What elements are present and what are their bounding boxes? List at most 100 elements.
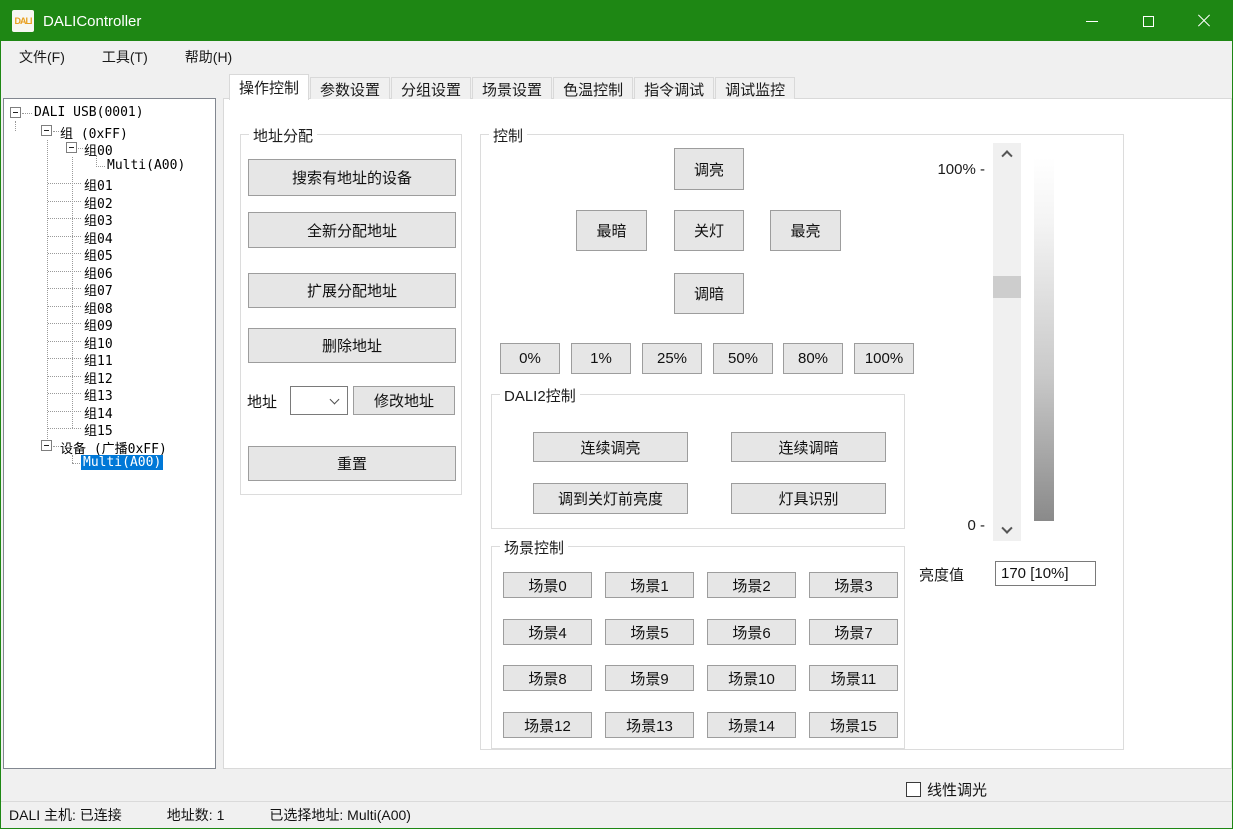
tree-item-group06[interactable]: 组06 <box>4 262 215 280</box>
scene-14-button[interactable]: 场景14 <box>707 712 796 738</box>
tab-grouping-settings[interactable]: 分组设置 <box>391 77 471 99</box>
scene-6-button[interactable]: 场景6 <box>707 619 796 645</box>
modify-address-button[interactable]: 修改地址 <box>353 386 455 415</box>
maximize-icon <box>1143 16 1154 27</box>
control-group: 控制 调亮 最暗 关灯 最亮 调暗 0% 1% 25% 50% 80% 100%… <box>480 134 1124 750</box>
address-assignment-group: 地址分配 搜索有地址的设备 全新分配地址 扩展分配地址 删除地址 地址 修改地址… <box>240 134 462 495</box>
scene-13-button[interactable]: 场景13 <box>605 712 694 738</box>
scene-9-button[interactable]: 场景9 <box>605 665 694 691</box>
tree-item-group14[interactable]: 组14 <box>4 402 215 420</box>
brightness-value-input[interactable] <box>995 561 1096 586</box>
scrollbar-thumb[interactable] <box>993 276 1021 298</box>
tree-guide-line <box>72 455 73 463</box>
tab-scene-settings[interactable]: 场景设置 <box>472 77 552 99</box>
scene-2-button[interactable]: 场景2 <box>707 572 796 598</box>
tree-item-group-root[interactable]: 组 (0xFF) <box>4 122 215 140</box>
brightness-gradient-bar <box>1034 157 1054 521</box>
tree-item-multi-a00[interactable]: Multi(A00) <box>4 157 215 175</box>
scroll-up-button[interactable] <box>993 143 1021 163</box>
chevron-down-icon <box>1001 523 1012 534</box>
scene-11-button[interactable]: 场景11 <box>809 665 898 691</box>
scroll-down-button[interactable] <box>993 521 1021 541</box>
tab-operation-control[interactable]: 操作控制 <box>229 74 309 100</box>
tree-item-label-selected: Multi(A00) <box>81 455 163 470</box>
tree-item-group09[interactable]: 组09 <box>4 314 215 332</box>
menu-help[interactable]: 帮助(H) <box>185 43 245 71</box>
linear-dimming-checkbox[interactable]: 线性调光 <box>906 779 987 800</box>
collapse-icon[interactable] <box>41 440 52 451</box>
maximize-button[interactable] <box>1120 1 1176 41</box>
extend-assign-addresses-button[interactable]: 扩展分配地址 <box>248 273 456 308</box>
tree-item-group08[interactable]: 组08 <box>4 297 215 315</box>
scene-control-group: 场景控制 场景0 场景1 场景2 场景3 场景4 场景5 场景6 场景7 场景8… <box>491 546 905 749</box>
tab-parameter-settings[interactable]: 参数设置 <box>310 77 390 99</box>
group-title: 地址分配 <box>249 125 317 146</box>
tree-item-group00[interactable]: 组00 <box>4 139 215 157</box>
scene-3-button[interactable]: 场景3 <box>809 572 898 598</box>
percent-1-button[interactable]: 1% <box>571 343 631 374</box>
tree-item-group10[interactable]: 组10 <box>4 332 215 350</box>
app-icon-text: DALI <box>15 16 32 26</box>
tab-page-operation-control: 地址分配 搜索有地址的设备 全新分配地址 扩展分配地址 删除地址 地址 修改地址… <box>223 98 1232 769</box>
tree-item-group01[interactable]: 组01 <box>4 174 215 192</box>
brightness-scrollbar[interactable] <box>993 143 1021 541</box>
minimize-button[interactable] <box>1064 1 1120 41</box>
percent-0-button[interactable]: 0% <box>500 343 560 374</box>
tree-item-group15[interactable]: 组15 <box>4 419 215 437</box>
tree-item-group05[interactable]: 组05 <box>4 244 215 262</box>
percent-25-button[interactable]: 25% <box>642 343 702 374</box>
tree-item-root[interactable]: DALI USB(0001) <box>4 104 215 122</box>
continuous-dim-down-button[interactable]: 连续调暗 <box>731 432 886 462</box>
recall-last-level-button[interactable]: 调到关灯前亮度 <box>533 483 688 514</box>
menu-file[interactable]: 文件(F) <box>19 43 78 71</box>
app-icon: DALI <box>12 10 34 32</box>
tree-item-device-broadcast[interactable]: 设备 (广播0xFF) <box>4 437 215 455</box>
group-title: 控制 <box>489 125 527 146</box>
chevron-up-icon <box>1001 150 1012 161</box>
continuous-dim-up-button[interactable]: 连续调亮 <box>533 432 688 462</box>
collapse-icon[interactable] <box>66 142 77 153</box>
min-brightness-button[interactable]: 最暗 <box>576 210 647 251</box>
percent-100-button[interactable]: 100% <box>854 343 914 374</box>
tree-item-multi-a00-selected[interactable]: Multi(A00) <box>4 454 215 472</box>
max-brightness-button[interactable]: 最亮 <box>770 210 841 251</box>
close-button[interactable] <box>1176 1 1232 41</box>
scene-12-button[interactable]: 场景12 <box>503 712 592 738</box>
scene-10-button[interactable]: 场景10 <box>707 665 796 691</box>
status-bar: DALI 主机: 已连接 地址数: 1 已选择地址: Multi(A00) <box>1 801 1232 828</box>
lamp-off-button[interactable]: 关灯 <box>674 210 744 251</box>
tree-item-group02[interactable]: 组02 <box>4 192 215 210</box>
tree-item-group13[interactable]: 组13 <box>4 384 215 402</box>
percent-80-button[interactable]: 80% <box>783 343 843 374</box>
collapse-icon[interactable] <box>10 107 21 118</box>
reset-button[interactable]: 重置 <box>248 446 456 481</box>
dim-down-button[interactable]: 调暗 <box>674 273 744 314</box>
tab-debug-monitor[interactable]: 调试监控 <box>715 77 795 99</box>
tab-color-temp-control[interactable]: 色温控制 <box>553 77 633 99</box>
scene-15-button[interactable]: 场景15 <box>809 712 898 738</box>
checkbox-unchecked-icon[interactable] <box>906 782 921 797</box>
menu-tools[interactable]: 工具(T) <box>102 43 161 71</box>
scene-7-button[interactable]: 场景7 <box>809 619 898 645</box>
tree-guide-line <box>47 140 48 445</box>
delete-address-button[interactable]: 删除地址 <box>248 328 456 363</box>
scene-1-button[interactable]: 场景1 <box>605 572 694 598</box>
dim-up-button[interactable]: 调亮 <box>674 148 744 190</box>
address-combobox[interactable] <box>290 386 348 415</box>
tab-strip: 操作控制 参数设置 分组设置 场景设置 色温控制 指令调试 调试监控 <box>229 73 796 99</box>
collapse-icon[interactable] <box>41 125 52 136</box>
tree-item-group12[interactable]: 组12 <box>4 367 215 385</box>
tree-item-group04[interactable]: 组04 <box>4 227 215 245</box>
tree-item-group03[interactable]: 组03 <box>4 209 215 227</box>
tree-item-group07[interactable]: 组07 <box>4 279 215 297</box>
lamp-identify-button[interactable]: 灯具识别 <box>731 483 886 514</box>
scene-4-button[interactable]: 场景4 <box>503 619 592 645</box>
tree-item-group11[interactable]: 组11 <box>4 349 215 367</box>
percent-50-button[interactable]: 50% <box>713 343 773 374</box>
search-addressed-devices-button[interactable]: 搜索有地址的设备 <box>248 159 456 196</box>
assign-new-addresses-button[interactable]: 全新分配地址 <box>248 212 456 248</box>
scene-8-button[interactable]: 场景8 <box>503 665 592 691</box>
tab-command-debug[interactable]: 指令调试 <box>634 77 714 99</box>
scene-0-button[interactable]: 场景0 <box>503 572 592 598</box>
scene-5-button[interactable]: 场景5 <box>605 619 694 645</box>
